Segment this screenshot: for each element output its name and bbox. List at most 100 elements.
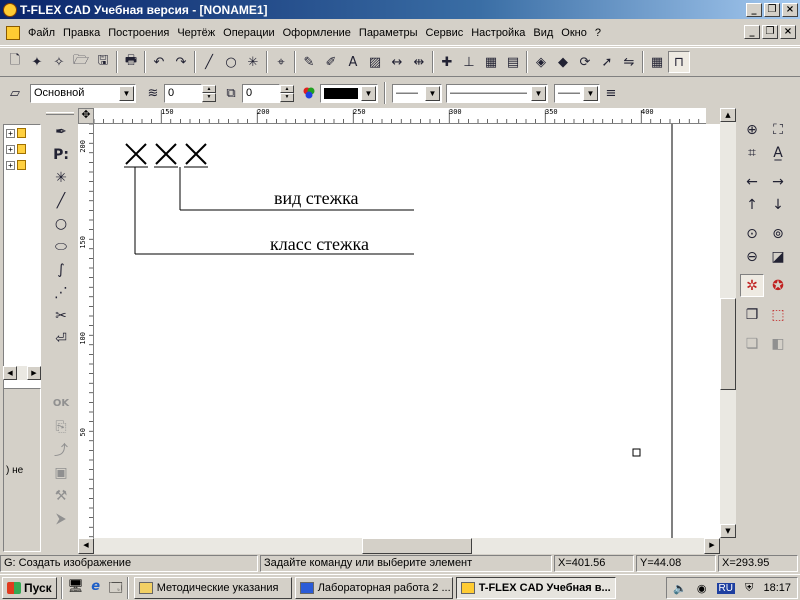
show-desktop-icon[interactable]: 🖥 [67, 579, 85, 597]
line-thickness-select[interactable]: ——————— ▼ [446, 83, 548, 103]
undo-icon[interactable]: ↶ [148, 51, 170, 73]
canvas-vertical-scrollbar[interactable]: ▲ ▼ [720, 108, 736, 538]
new-document-icon[interactable]: 🗋 [4, 51, 26, 73]
expand-icon[interactable]: + [6, 160, 15, 170]
cursor-icon[interactable]: ⮞ [49, 507, 73, 530]
hatch-tool-icon[interactable]: ▨ [364, 51, 386, 73]
move-icon[interactable]: ➚ [596, 51, 618, 73]
expand-icon[interactable]: + [6, 144, 15, 154]
print-icon[interactable]: 🖶 [120, 51, 142, 73]
ruler-corner-icon[interactable]: ✥ [78, 108, 94, 124]
draw-pen2-icon[interactable]: ✐ [320, 51, 342, 73]
point-tool-icon[interactable]: ⊥ [458, 51, 480, 73]
restore-button[interactable]: ❐ [764, 2, 780, 17]
calculator-icon[interactable]: ▦ [646, 51, 668, 73]
network-icon[interactable]: ◉ [697, 582, 707, 595]
expand-icon[interactable]: + [6, 128, 15, 138]
spline-icon[interactable]: ∫ [49, 258, 73, 281]
exit-icon[interactable]: ⏎ [49, 327, 73, 350]
circle-icon[interactable]: ○ [49, 212, 73, 235]
scroll-left-icon[interactable]: ◀ [3, 366, 17, 380]
tree-row[interactable]: + [4, 125, 40, 141]
menu-parameters[interactable]: Параметры [355, 27, 422, 39]
menu-settings[interactable]: Настройка [467, 27, 529, 39]
menu-window[interactable]: Окно [557, 27, 591, 39]
scroll-right-icon[interactable]: ▶ [27, 366, 41, 380]
tree-row[interactable]: + [4, 141, 40, 157]
line-icon[interactable]: ╱ [49, 189, 73, 212]
stitch-class-label[interactable]: класс стежка [270, 234, 369, 255]
chevron-down-icon[interactable]: ▼ [425, 85, 440, 101]
ok-icon[interactable]: OK [49, 392, 73, 415]
view-3d-icon[interactable]: ◧ [766, 332, 790, 355]
menu-construct[interactable]: Построения [104, 27, 173, 39]
grid-tool-icon[interactable]: ▦ [480, 51, 502, 73]
volume-icon[interactable]: 🔈 [673, 582, 687, 595]
layer-select[interactable]: Основной ▼ [30, 83, 136, 103]
dash-icon[interactable]: ⋰ [49, 281, 73, 304]
new-3d-icon[interactable]: ✧ [48, 51, 70, 73]
dimension2-tool-icon[interactable]: ⇹ [408, 51, 430, 73]
doc-close-button[interactable]: × [780, 25, 796, 39]
chevron-down-icon[interactable]: ▼ [583, 85, 598, 101]
security-icon[interactable]: ⛨ [745, 582, 753, 595]
scroll-left-icon[interactable]: ◀ [78, 538, 94, 554]
param-icon[interactable]: P: [49, 143, 73, 166]
color-select[interactable]: ▼ [320, 83, 378, 103]
task-button-active[interactable]: T-FLEX CAD Учебная в... [455, 576, 616, 599]
menu-view[interactable]: Вид [529, 27, 557, 39]
stitch-symbols[interactable] [125, 143, 207, 165]
pan-up-icon[interactable]: ↑ [740, 193, 764, 216]
move-icon[interactable]: ⤴ [49, 438, 73, 461]
pen-icon[interactable]: ✒ [49, 120, 73, 143]
menu-operations[interactable]: Операции [219, 27, 278, 39]
snap-icon[interactable]: ⌖ [270, 51, 292, 73]
draw-pen-icon[interactable]: ✎ [298, 51, 320, 73]
zoom-window-icon[interactable]: ⛶ [766, 118, 790, 141]
chevron-down-icon[interactable]: ▼ [531, 85, 546, 101]
open-folder-icon[interactable]: 🗁 [70, 51, 92, 73]
level-spinner[interactable]: ▲ ▼ [202, 84, 216, 102]
doc-minimize-button[interactable]: _ [744, 25, 760, 39]
language-indicator[interactable]: RU [716, 582, 735, 594]
scroll-thumb[interactable] [720, 298, 736, 390]
chevron-down-icon[interactable]: ▼ [361, 85, 376, 101]
menu-drawing[interactable]: Чертёж [173, 27, 219, 39]
cross-tool-icon[interactable]: ✚ [436, 51, 458, 73]
snap-toggle-icon[interactable]: ✲ [740, 274, 764, 297]
menu-design[interactable]: Оформление [279, 27, 355, 39]
save-icon[interactable]: 🖫 [92, 51, 114, 73]
close-button[interactable]: × [782, 2, 798, 17]
leader-lines[interactable] [124, 166, 414, 255]
level-input[interactable]: 0 [164, 83, 202, 103]
start-button[interactable]: Пуск [2, 576, 57, 599]
tree-row[interactable]: + [4, 157, 40, 173]
marker-icon[interactable]: ✪ [766, 274, 790, 297]
pan-right-icon[interactable]: → [766, 170, 790, 193]
line-style-select[interactable]: —— ▼ [392, 83, 442, 103]
ellipse-icon[interactable]: ⬭ [49, 235, 73, 258]
zoom-out-icon[interactable]: ⊖ [740, 245, 764, 268]
scissors-icon[interactable]: ✂ [49, 304, 73, 327]
scroll-right-icon[interactable]: ▶ [704, 538, 720, 554]
node-tool-icon[interactable]: ✳ [242, 51, 264, 73]
menu-file[interactable]: Файл [24, 27, 59, 39]
cube-icon[interactable]: ⬚ [766, 303, 790, 326]
menu-service[interactable]: Сервис [422, 27, 468, 39]
pages-icon[interactable]: ❐ [740, 303, 764, 326]
mirror-icon[interactable]: ⇋ [618, 51, 640, 73]
solid-icon[interactable]: ◆ [552, 51, 574, 73]
zoom-prev-icon[interactable]: ⊙ [740, 222, 764, 245]
frame-icon[interactable]: ▣ [49, 461, 73, 484]
line-params-icon[interactable]: ≡ [600, 82, 622, 104]
doc-restore-button[interactable]: ❐ [762, 25, 778, 39]
magnet-icon[interactable]: ⊓ [668, 51, 690, 73]
task-button[interactable]: Методические указания [133, 576, 292, 599]
color-palette-icon[interactable] [298, 82, 320, 104]
task-button[interactable]: Лабораторная работа 2 ... [294, 576, 453, 599]
circle-tool-icon[interactable]: ○ [220, 51, 242, 73]
menu-edit[interactable]: Правка [59, 27, 104, 39]
zoom-in-icon[interactable]: ⊕ [740, 118, 764, 141]
chevron-down-icon[interactable]: ▼ [119, 85, 134, 101]
text-tool-icon[interactable]: A [342, 51, 364, 73]
